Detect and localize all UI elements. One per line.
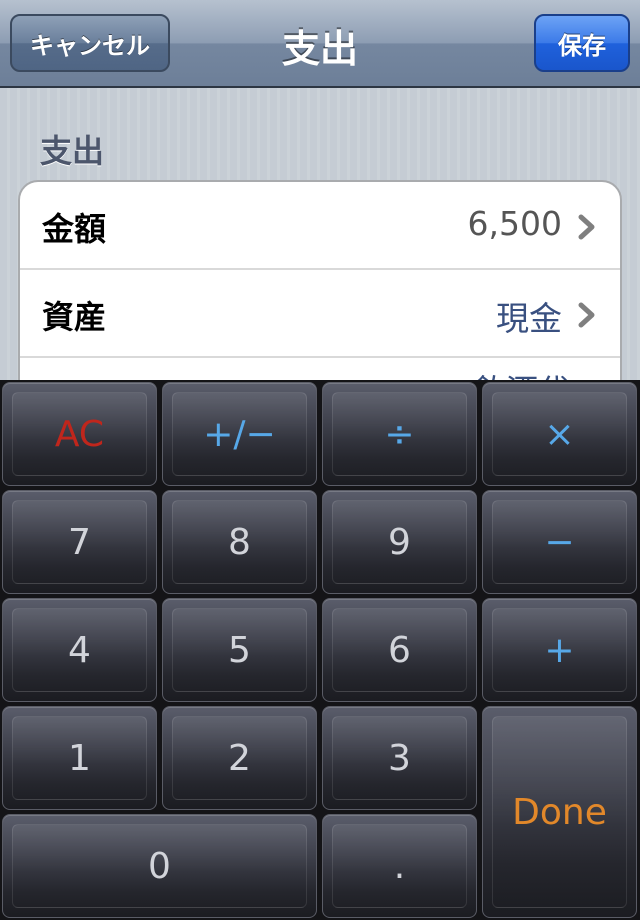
done-key[interactable]: Done [482,706,637,918]
decimal-point-key[interactable]: . [322,814,477,918]
chevron-right-icon [578,214,595,240]
plus-minus-key[interactable]: +/− [162,382,317,486]
calculator-keypad: AC +/− ÷ × 7 8 9 − 4 5 6 + 1 2 3 Done 0 … [0,380,640,920]
form-content: 支出 金額 6,500 資産 現金 飲酒代 [0,88,640,380]
divide-key[interactable]: ÷ [322,382,477,486]
navigation-bar: キャンセル 支出 保存 [0,0,640,88]
section-header: 支出 [40,132,105,170]
digit-3-key[interactable]: 3 [322,706,477,810]
category-row[interactable]: 飲酒代 [20,358,620,380]
all-clear-key[interactable]: AC [2,382,157,486]
digit-4-key[interactable]: 4 [2,598,157,702]
digit-9-key[interactable]: 9 [322,490,477,594]
digit-5-key[interactable]: 5 [162,598,317,702]
amount-value: 6,500 [467,204,562,243]
asset-value: 現金 [496,299,562,338]
plus-key[interactable]: + [482,598,637,702]
digit-7-key[interactable]: 7 [2,490,157,594]
multiply-key[interactable]: × [482,382,637,486]
asset-row[interactable]: 資産 現金 [20,270,620,358]
digit-6-key[interactable]: 6 [322,598,477,702]
save-button[interactable]: 保存 [534,14,630,72]
asset-label: 資産 [42,298,107,336]
digit-8-key[interactable]: 8 [162,490,317,594]
minus-key[interactable]: − [482,490,637,594]
amount-row[interactable]: 金額 6,500 [20,182,620,270]
digit-0-key[interactable]: 0 [2,814,317,918]
category-value: 飲酒代 [474,366,570,380]
amount-label: 金額 [42,210,107,248]
grouped-table: 金額 6,500 資産 現金 飲酒代 [18,180,622,380]
digit-1-key[interactable]: 1 [2,706,157,810]
digit-2-key[interactable]: 2 [162,706,317,810]
chevron-right-icon [578,302,595,328]
